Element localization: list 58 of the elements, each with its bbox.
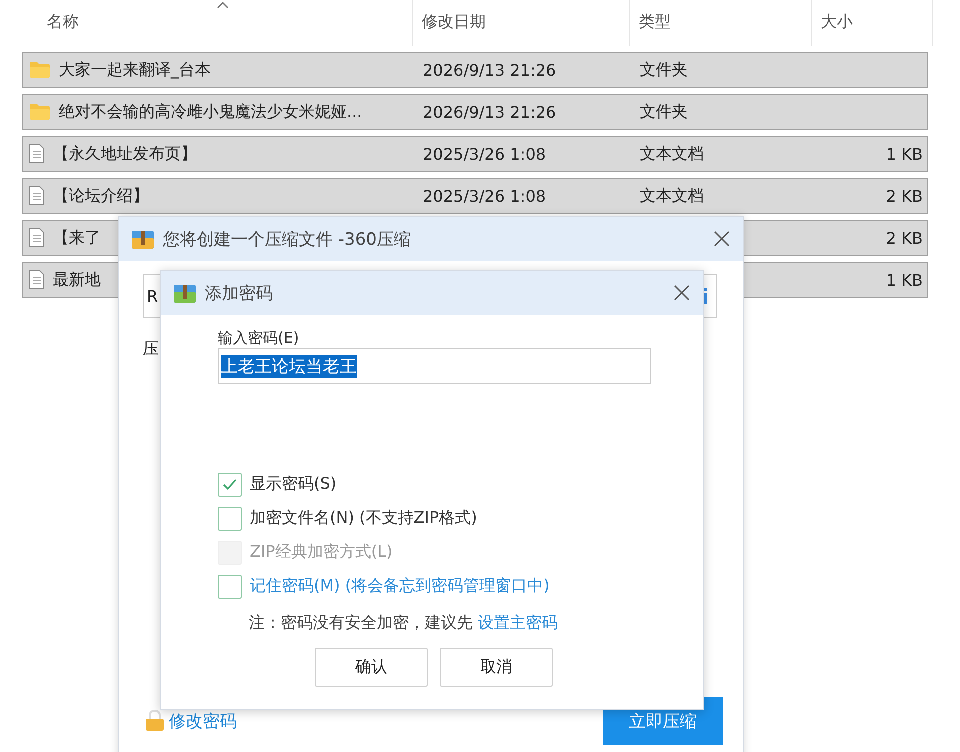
path-value: R (147, 286, 158, 306)
file-type: 文本文档 (640, 144, 704, 162)
folder-icon (29, 103, 51, 121)
check-icon (222, 478, 238, 492)
modified-date: 2025/3/26 1:08 (423, 144, 546, 164)
column-header[interactable]: 大小 (812, 0, 933, 46)
note-text: 注：密码没有安全加密，建议先 设置主密码 (249, 613, 560, 634)
file-size: 2 KB (886, 186, 923, 206)
lock-icon (145, 710, 165, 732)
file-row[interactable]: 【论坛介绍】 2025/3/26 1:08 文本文档 2 KB (22, 178, 928, 214)
option-label: 记住密码(M) (将会备忘到密码管理窗口中) (250, 576, 550, 597)
folder-icon (29, 61, 51, 79)
file-row[interactable]: 大家一起来翻译_台本 2026/9/13 21:26 文件夹 (22, 52, 928, 88)
dialog-button[interactable]: 确认 (315, 648, 428, 687)
file-size: 2 KB (886, 228, 923, 248)
password-value: 上老王论坛当老王 (221, 354, 357, 378)
field-label: 输入密码(E) (218, 329, 300, 348)
file-row[interactable]: 【永久地址发布页】 2025/3/26 1:08 文本文档 1 KB (22, 136, 928, 172)
option-label: 加密文件名(N) (不支持ZIP格式) (250, 508, 478, 529)
dialog-title: 您将创建一个压缩文件 -360压缩 (163, 228, 411, 250)
password-field[interactable]: 上老王论坛当老王 (218, 348, 651, 384)
compress-label: 压 (143, 339, 159, 360)
checkbox[interactable] (218, 506, 242, 530)
file-name: 最新地 (53, 270, 101, 290)
file-type: 文本文档 (640, 186, 704, 204)
file-type: 文件夹 (640, 102, 688, 120)
column-header[interactable]: 名称 (22, 0, 413, 46)
file-size: 1 KB (886, 270, 923, 290)
archive-app-icon (173, 282, 197, 304)
modified-date: 2025/3/26 1:08 (423, 186, 546, 206)
option-label: ZIP经典加密方式(L) (250, 542, 393, 563)
set-master-password-link[interactable]: 设置主密码 (478, 613, 558, 632)
column-header[interactable]: 类型 (630, 0, 812, 46)
checkbox[interactable] (218, 574, 242, 598)
document-icon (29, 186, 45, 206)
document-icon (29, 144, 45, 164)
document-icon (29, 228, 45, 248)
file-name: 【永久地址发布页】 (53, 144, 197, 164)
change-password-link[interactable]: 修改密码 (145, 710, 237, 732)
option-label: 显示密码(S) (250, 474, 337, 495)
sort-caret-icon (217, 2, 229, 9)
modified-date: 2026/9/13 21:26 (423, 102, 556, 122)
file-type: 文件夹 (640, 60, 688, 78)
archive-app-icon (131, 228, 155, 250)
column-header[interactable]: 修改日期 (413, 0, 630, 46)
close-icon[interactable] (713, 230, 731, 248)
file-name: 绝对不会输的高冷雌小鬼魔法少女米妮娅... (59, 102, 362, 122)
dialog-button[interactable]: 取消 (440, 648, 553, 687)
file-name: 大家一起来翻译_台本 (59, 60, 211, 80)
document-icon (29, 270, 45, 290)
modified-date: 2026/9/13 21:26 (423, 60, 556, 80)
dialog-title: 添加密码 (205, 282, 273, 304)
file-size: 1 KB (886, 144, 923, 164)
file-name: 【论坛介绍】 (53, 186, 149, 206)
file-name: 【来了 (53, 228, 101, 248)
file-row[interactable]: 绝对不会输的高冷雌小鬼魔法少女米妮娅... 2026/9/13 21:26 文件夹 (22, 94, 928, 130)
close-icon[interactable] (673, 284, 691, 302)
checkbox[interactable] (218, 472, 242, 496)
